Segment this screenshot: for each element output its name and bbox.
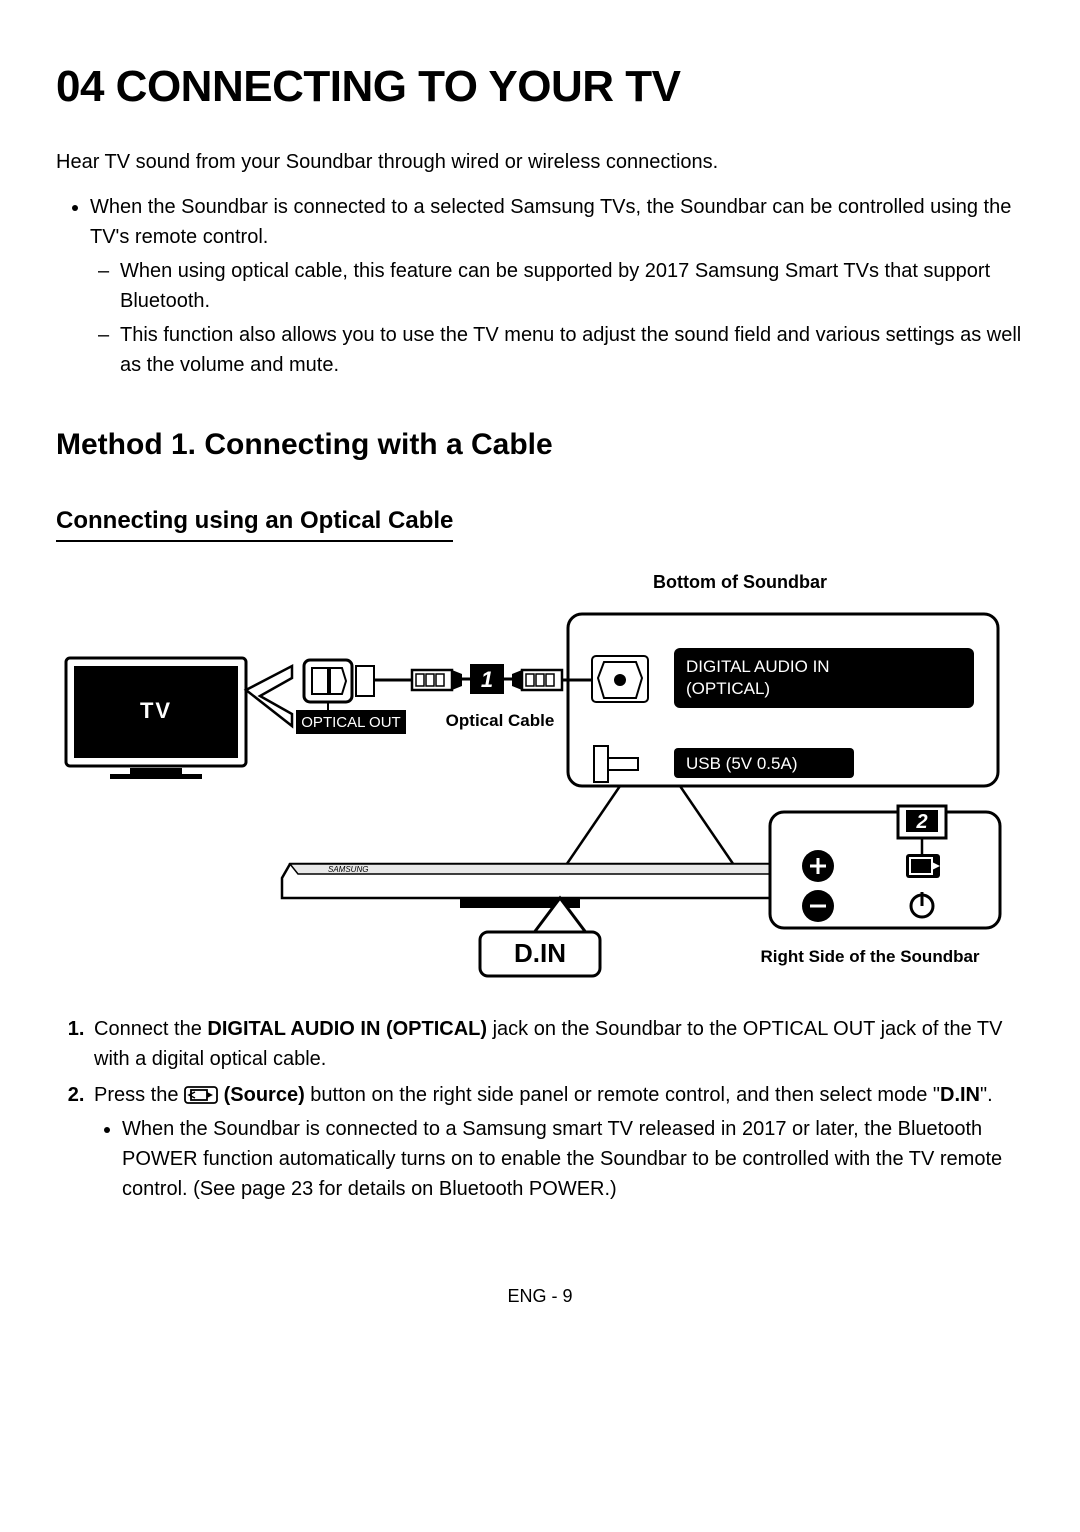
tv-illustration: TV (66, 658, 246, 779)
digital-audio-in-line1: DIGITAL AUDIO IN (686, 657, 830, 676)
bullet-main-text: When the Soundbar is connected to a sele… (90, 196, 1011, 248)
usb-label: USB (5V 0.5A) (686, 754, 798, 773)
step2-end: ". (980, 1084, 993, 1106)
step-1: Connect the DIGITAL AUDIO IN (OPTICAL) j… (90, 1014, 1024, 1074)
digital-audio-in-line2: (OPTICAL) (686, 679, 770, 698)
minus-icon (802, 890, 834, 922)
step2-pre: Press the (94, 1084, 184, 1106)
callout-2: 2 (915, 811, 927, 833)
callout-1: 1 (481, 667, 493, 692)
connection-diagram: Bottom of Soundbar DIGITAL AUDIO IN (OPT… (60, 558, 1020, 985)
step2-bullets: When the Soundbar is connected to a Sams… (94, 1114, 1024, 1204)
dash-list: When using optical cable, this feature c… (90, 256, 1024, 380)
cable-end-left-icon (412, 670, 462, 690)
optical-out-label: OPTICAL OUT (301, 714, 400, 731)
step2-mid: button on the right side panel or remote… (305, 1084, 940, 1106)
tv-label: TV (140, 698, 172, 723)
bullet-main: When the Soundbar is connected to a sele… (90, 192, 1024, 380)
step2-bold: (Source) (218, 1084, 305, 1106)
steps-list: Connect the DIGITAL AUDIO IN (OPTICAL) j… (56, 1014, 1024, 1205)
svg-text:SAMSUNG: SAMSUNG (328, 865, 368, 874)
din-label: D.IN (514, 938, 566, 968)
method-title: Method 1. Connecting with a Cable (56, 424, 1024, 466)
source-icon (906, 854, 940, 878)
intro-text: Hear TV sound from your Soundbar through… (56, 148, 1024, 176)
optical-cable-label: Optical Cable (446, 711, 555, 730)
intro-bullets: When the Soundbar is connected to a sele… (56, 192, 1024, 380)
cable-end-right-icon (512, 670, 562, 690)
step1-pre: Connect the (94, 1018, 207, 1040)
page-title: 04 CONNECTING TO YOUR TV (56, 56, 1024, 118)
plus-icon (802, 850, 834, 882)
step1-bold: DIGITAL AUDIO IN (OPTICAL) (207, 1018, 487, 1040)
source-button-icon (184, 1080, 218, 1110)
step2-din: D.IN (940, 1084, 980, 1106)
page-footer: ENG - 9 (56, 1284, 1024, 1309)
step-2: Press the (Source) button on the right s… (90, 1080, 1024, 1205)
bottom-soundbar-label: Bottom of Soundbar (653, 572, 827, 592)
right-side-label: Right Side of the Soundbar (760, 947, 979, 966)
dash-1: When using optical cable, this feature c… (120, 256, 1024, 316)
sub-title: Connecting using an Optical Cable (56, 504, 453, 543)
optical-plug-left-icon: OPTICAL OUT (296, 660, 406, 734)
dash-2: This function also allows you to use the… (120, 320, 1024, 380)
step2-bullet-1: When the Soundbar is connected to a Sams… (122, 1114, 1024, 1204)
optical-port-icon (592, 656, 648, 702)
